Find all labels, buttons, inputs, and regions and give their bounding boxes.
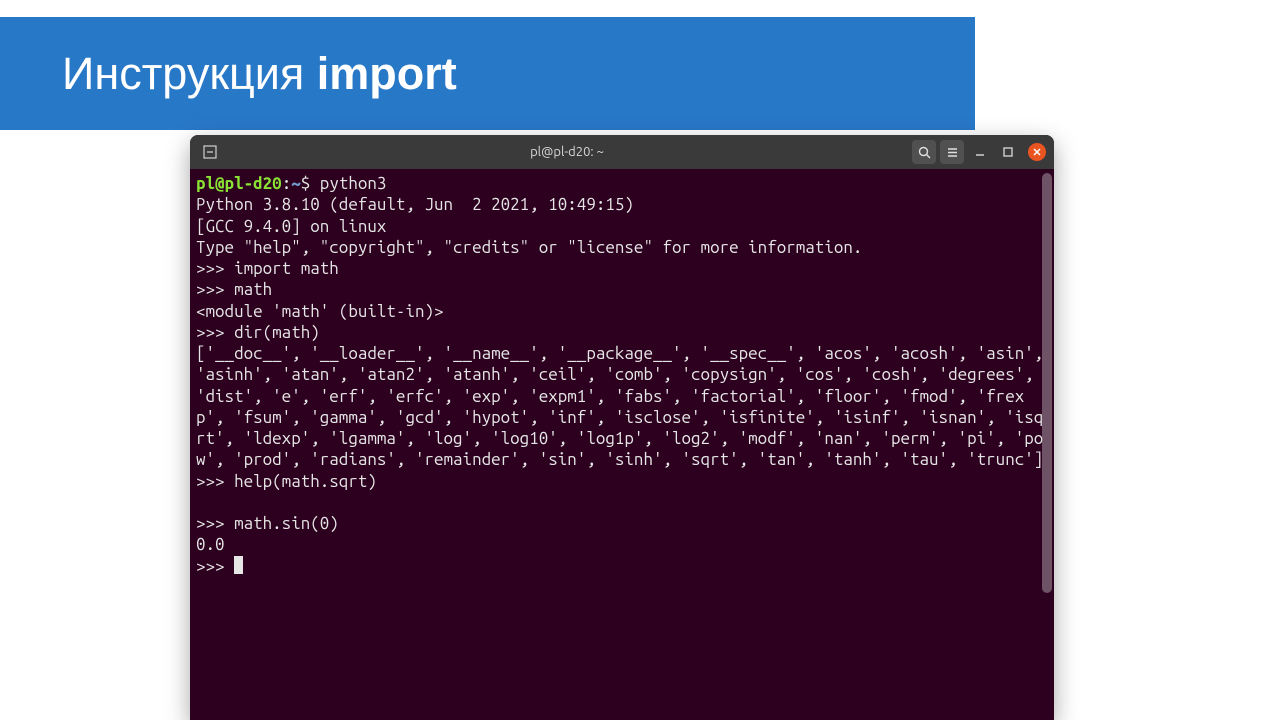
new-tab-button[interactable] xyxy=(198,140,222,164)
titlebar-right xyxy=(912,140,1046,164)
minimize-button[interactable] xyxy=(968,140,992,164)
window-title: pl@pl-d20: ~ xyxy=(228,145,906,159)
prompt-sep: : xyxy=(282,174,292,193)
prompt-user: pl@pl-d20 xyxy=(196,174,282,193)
terminal-output: ['__doc__', '__loader__', '__name__', '_… xyxy=(196,344,1053,469)
terminal-line: <module 'math' (built-in)> xyxy=(196,302,444,321)
terminal-line: 0.0 xyxy=(196,535,225,554)
cursor xyxy=(234,556,243,574)
window-titlebar: pl@pl-d20: ~ xyxy=(190,135,1054,169)
scrollbar[interactable] xyxy=(1042,173,1052,593)
prompt-path: ~ xyxy=(291,174,301,193)
slide-header: Инструкция import xyxy=(0,17,975,130)
prompt-dollar: $ xyxy=(301,174,320,193)
terminal-prompt-final: >>> xyxy=(196,557,234,576)
menu-button[interactable] xyxy=(940,140,964,164)
terminal-line: Python 3.8.10 (default, Jun 2 2021, 10:4… xyxy=(196,195,634,214)
terminal-line: >>> help(math.sqrt) xyxy=(196,472,377,491)
terminal-body[interactable]: pl@pl-d20:~$ python3 Python 3.8.10 (defa… xyxy=(190,169,1054,720)
terminal-line: >>> math xyxy=(196,280,272,299)
terminal-window: pl@pl-d20: ~ pl@pl-d20:~$ python3 Python… xyxy=(190,135,1054,720)
slide-title: Инструкция import xyxy=(62,48,457,100)
search-button[interactable] xyxy=(912,140,936,164)
terminal-line: Type "help", "copyright", "credits" or "… xyxy=(196,238,862,257)
terminal-line: >>> dir(math) xyxy=(196,323,320,342)
slide-title-strong: import xyxy=(317,48,457,99)
slide-title-prefix: Инструкция xyxy=(62,48,317,99)
shell-command: python3 xyxy=(320,174,387,193)
titlebar-left xyxy=(198,140,222,164)
close-button[interactable] xyxy=(1028,143,1046,161)
terminal-line: >>> math.sin(0) xyxy=(196,514,339,533)
terminal-line: [GCC 9.4.0] on linux xyxy=(196,217,386,236)
maximize-button[interactable] xyxy=(996,140,1020,164)
terminal-line: >>> import math xyxy=(196,259,339,278)
